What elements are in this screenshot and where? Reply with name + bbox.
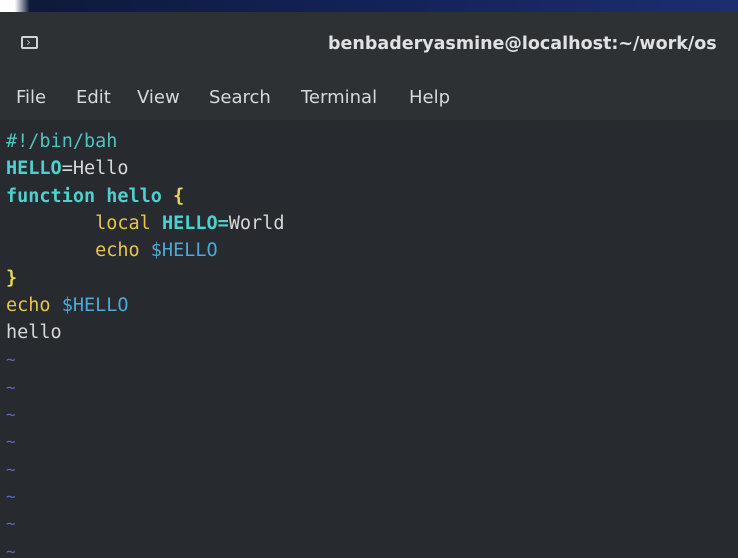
empty-line-marker: ~ <box>6 541 16 558</box>
empty-line-marker: ~ <box>6 432 16 452</box>
empty-line-marker: ~ <box>6 350 16 370</box>
code-line: hello <box>6 319 62 346</box>
empty-line-marker: ~ <box>6 486 16 506</box>
menu-help[interactable]: Help <box>409 87 450 108</box>
terminal-icon[interactable] <box>21 36 38 49</box>
window-title: benbaderyasmine@localhost:~/work/os <box>328 34 717 54</box>
menu-terminal[interactable]: Terminal <box>301 87 377 108</box>
code-token: echo <box>6 294 62 316</box>
empty-line-marker: ~ <box>6 459 16 479</box>
code-token: { <box>173 185 185 207</box>
code-token: local <box>6 212 162 234</box>
code-line: HELLO=Hello <box>6 155 129 182</box>
menu-file[interactable]: File <box>16 87 46 108</box>
menu-edit[interactable]: Edit <box>76 87 111 108</box>
code-line: } <box>6 265 17 292</box>
code-token: echo <box>6 240 151 262</box>
code-token: #!/bin/bah <box>6 131 118 152</box>
code-token: function hello <box>6 185 174 207</box>
code-token: } <box>6 267 18 289</box>
code-line: #!/bin/bah <box>6 128 117 155</box>
title-bar[interactable]: benbaderyasmine@localhost:~/work/os <box>0 12 738 74</box>
desktop-background <box>0 0 738 12</box>
code-line: echo $HELLO <box>6 292 129 319</box>
code-line: function hello { <box>6 183 184 210</box>
code-token: $HELLO <box>61 294 129 316</box>
empty-line-marker: ~ <box>6 405 16 424</box>
code-token: HELLO= <box>161 212 229 234</box>
screen: benbaderyasmine@localhost:~/work/os File… <box>0 0 738 558</box>
code-line: local HELLO=World <box>6 210 284 237</box>
menu-view[interactable]: View <box>137 87 180 108</box>
code-line: echo $HELLO <box>6 237 218 264</box>
code-token: HELLO <box>6 158 62 180</box>
code-token: World <box>228 212 285 234</box>
empty-line-marker: ~ <box>6 377 16 397</box>
vim-editor-area[interactable]: #!/bin/bah HELLO=Hello function hello { lo… <box>0 120 738 558</box>
code-token: =Hello <box>61 158 129 180</box>
code-token: hello <box>6 322 62 344</box>
terminal-window: benbaderyasmine@localhost:~/work/os File… <box>0 12 738 558</box>
empty-line-marker: ~ <box>6 514 16 534</box>
code-token: $HELLO <box>150 240 218 262</box>
menu-bar: File Edit View Search Terminal Help <box>0 74 738 122</box>
menu-search[interactable]: Search <box>209 87 271 108</box>
